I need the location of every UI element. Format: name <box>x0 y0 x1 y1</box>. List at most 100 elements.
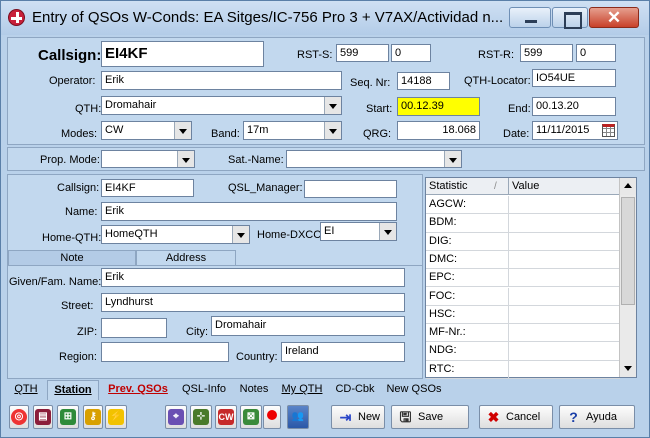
qth-label: QTH: <box>75 103 102 115</box>
statistic-row[interactable]: BDM: <box>426 214 620 233</box>
qrg-input[interactable]: 18.068 <box>397 121 480 140</box>
sat-name-select[interactable] <box>286 150 462 168</box>
statistics-scrollbar[interactable] <box>619 178 636 377</box>
modes-select-value: CW <box>105 124 124 136</box>
tab-notes[interactable]: Notes <box>235 380 273 400</box>
qrz-lookup-button[interactable]: ◎ <box>9 405 29 429</box>
rst-r-input[interactable]: 599 <box>520 44 573 62</box>
statistic-row[interactable]: RTC: <box>426 360 620 379</box>
statistic-row[interactable]: DIG: <box>426 232 620 251</box>
rst-s-extra-input[interactable]: 0 <box>391 44 431 62</box>
antenna-button[interactable]: ⌖ <box>165 405 187 429</box>
tab-cd-cbk[interactable]: CD-Cbk <box>331 380 379 400</box>
zip-input[interactable] <box>101 318 167 338</box>
statistic-row[interactable]: MF-Nr.: <box>426 324 620 343</box>
chevron-down-icon[interactable] <box>379 223 396 240</box>
subtab-note[interactable]: Note <box>8 250 136 266</box>
statistic-name-cell: DMC: <box>426 250 509 269</box>
cancel-button[interactable]: ✖ Cancel <box>479 405 553 429</box>
chevron-down-icon[interactable] <box>177 151 194 167</box>
minimize-button[interactable] <box>509 7 551 28</box>
tab-qth[interactable]: QTH <box>11 380 41 400</box>
qth-locator-input[interactable]: IO54UE <box>532 69 616 87</box>
band-select[interactable]: 17m <box>243 121 342 140</box>
close-button[interactable]: ✕ <box>589 7 639 28</box>
title-bar[interactable]: Entry of QSOs W-Conds: EA Sitges/IC-756 … <box>1 1 649 35</box>
scroll-down-icon[interactable] <box>620 360 636 377</box>
statistic-name-cell: MF-Nr.: <box>426 324 509 342</box>
bottom-toolbar: ◎ ▤ ⊞ ⚷ ⚡ ⌖ ⊹ CW ⊠ 👥 ⇥ New 🖫 Save ✖ Canc… <box>7 403 647 433</box>
log-book-button[interactable]: ▤ <box>33 405 53 429</box>
home-dxcc-select[interactable]: EI <box>320 222 397 241</box>
station-callsign-label: Callsign: <box>57 182 100 194</box>
calendar-icon[interactable] <box>602 124 615 137</box>
street-label: Street: <box>61 300 94 312</box>
tab-qsl-info[interactable]: QSL-Info <box>177 380 231 400</box>
station-callsign-input[interactable]: EI4KF <box>101 179 194 197</box>
statistics-grid[interactable]: Statistic / Value AGCW: BDM: DIG: DMC: EPC: FO… <box>425 177 637 379</box>
qth-select[interactable]: Dromahair <box>101 96 342 115</box>
statistic-value-cell <box>509 214 620 231</box>
users-button[interactable]: 👥 <box>287 405 309 429</box>
tab-new-qsos[interactable]: New QSOs <box>383 380 445 400</box>
seq-nr-input[interactable]: 14188 <box>397 72 450 90</box>
help-button[interactable]: ? Ayuda <box>559 405 635 429</box>
home-qth-select[interactable]: HomeQTH <box>101 225 250 244</box>
street-input[interactable]: Lyndhurst <box>101 293 405 312</box>
scroll-thumb[interactable] <box>621 197 635 305</box>
country-input[interactable]: Ireland <box>281 342 405 362</box>
save-button[interactable]: 🖫 Save <box>391 405 469 429</box>
station-name-input[interactable]: Erik <box>101 202 397 221</box>
statistic-row[interactable]: HSC: <box>426 305 620 325</box>
statistic-row[interactable]: AGCW: <box>426 196 620 215</box>
prop-mode-select[interactable] <box>101 150 195 168</box>
col-statistic-header[interactable]: Statistic / <box>426 178 509 195</box>
seq-nr-label: Seq. Nr: <box>350 77 391 89</box>
chevron-down-icon[interactable] <box>324 97 341 114</box>
maximize-button[interactable] <box>552 7 588 29</box>
cw-icon: CW <box>218 409 234 425</box>
rst-r-extra-input[interactable]: 0 <box>576 44 616 62</box>
callsign-input[interactable]: EI4KF <box>101 41 264 67</box>
statistic-row[interactable]: EPC: <box>426 269 620 288</box>
city-input[interactable]: Dromahair <box>211 316 405 336</box>
statistic-row[interactable]: NDG: <box>426 342 620 361</box>
col-value-header[interactable]: Value <box>509 178 620 195</box>
record-button[interactable] <box>263 405 281 429</box>
tab-prev-qsos[interactable]: Prev. QSOs <box>103 380 173 400</box>
network-button[interactable]: ⊹ <box>190 405 212 429</box>
modes-select[interactable]: CW <box>101 121 192 140</box>
start-time-input[interactable]: 00.12.39 <box>397 97 480 116</box>
statistic-value-cell <box>509 196 620 213</box>
users-icon: 👥 <box>291 411 305 422</box>
end-time-input[interactable]: 00.13.20 <box>532 97 616 116</box>
dx-spot-button[interactable]: ⚡ <box>105 405 127 429</box>
given-name-label: Given/Fam. Name: <box>9 276 102 288</box>
app-logo-icon <box>8 9 25 26</box>
chevron-down-icon[interactable] <box>232 226 249 243</box>
scroll-up-icon[interactable] <box>620 178 636 195</box>
rst-r-label: RST-R: <box>478 49 515 61</box>
statistic-value-cell <box>509 324 620 341</box>
map-button[interactable]: ⊞ <box>57 405 79 429</box>
chevron-down-icon[interactable] <box>324 122 341 139</box>
statistic-row[interactable]: FOC: <box>426 287 620 306</box>
cw-keyer-button[interactable]: ⚷ <box>83 405 103 429</box>
rst-s-input[interactable]: 599 <box>336 44 389 62</box>
new-button[interactable]: ⇥ New <box>331 405 385 429</box>
operator-input[interactable]: Erik <box>101 71 342 90</box>
tab-station[interactable]: Station <box>47 380 99 400</box>
subtab-address[interactable]: Address <box>136 250 236 266</box>
chevron-down-icon[interactable] <box>174 122 191 139</box>
statistic-row[interactable]: DMC: <box>426 250 620 270</box>
chevron-down-icon[interactable] <box>444 151 461 167</box>
qsl-manager-input[interactable] <box>304 180 397 198</box>
grid-button[interactable]: ⊠ <box>240 405 262 429</box>
record-icon <box>267 410 277 420</box>
cw-decoder-button[interactable]: CW <box>215 405 237 429</box>
statistic-name-cell: NDG: <box>426 342 509 360</box>
tab-my-qth[interactable]: My QTH <box>279 380 325 400</box>
region-input[interactable] <box>101 342 229 362</box>
given-name-input[interactable]: Erik <box>101 268 405 287</box>
home-dxcc-label: Home-DXCC <box>257 229 322 241</box>
